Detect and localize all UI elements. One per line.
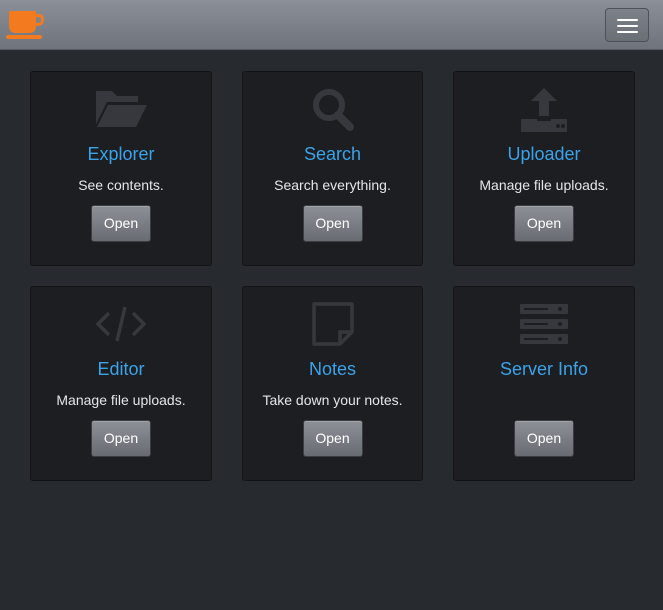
open-notes-button[interactable]: Open xyxy=(302,420,363,457)
card-notes: Notes Take down your notes. Open xyxy=(242,286,423,481)
top-navbar xyxy=(0,0,663,50)
card-description: Manage file uploads. xyxy=(56,392,186,408)
card-title[interactable]: Explorer xyxy=(31,143,211,165)
coffee-cup-icon[interactable] xyxy=(6,9,46,41)
server-icon xyxy=(516,301,572,347)
open-search-button[interactable]: Open xyxy=(302,205,363,242)
search-icon xyxy=(305,86,361,132)
open-uploader-button[interactable]: Open xyxy=(514,205,574,242)
code-icon xyxy=(93,301,149,347)
card-search: Search Search everything. Open xyxy=(242,71,423,266)
hamburger-menu-icon xyxy=(617,19,638,21)
sticky-note-icon xyxy=(305,301,361,347)
card-description: See contents. xyxy=(78,177,164,193)
card-title[interactable]: Editor xyxy=(31,358,211,380)
card-uploader: Uploader Manage file uploads. Open xyxy=(453,71,635,266)
app-grid: Explorer See contents. Open Search Searc… xyxy=(30,71,635,481)
open-explorer-button[interactable]: Open xyxy=(91,205,151,242)
card-description: Search everything. xyxy=(274,177,391,193)
hamburger-bar xyxy=(617,31,638,33)
upload-icon xyxy=(516,86,572,132)
card-explorer: Explorer See contents. Open xyxy=(30,71,212,266)
hamburger-menu-button[interactable] xyxy=(605,8,649,42)
hamburger-bar xyxy=(617,25,638,27)
card-description: Manage file uploads. xyxy=(479,177,609,193)
card-description: Take down your notes. xyxy=(262,392,403,408)
card-title[interactable]: Notes xyxy=(243,358,422,380)
card-server-info: Server Info Open xyxy=(453,286,635,481)
card-title[interactable]: Search xyxy=(243,143,422,165)
folder-open-icon xyxy=(93,86,149,132)
card-title[interactable]: Uploader xyxy=(454,143,634,165)
card-editor: Editor Manage file uploads. Open xyxy=(30,286,212,481)
open-server-info-button[interactable]: Open xyxy=(514,420,574,457)
card-title[interactable]: Server Info xyxy=(454,358,634,380)
open-editor-button[interactable]: Open xyxy=(91,420,151,457)
